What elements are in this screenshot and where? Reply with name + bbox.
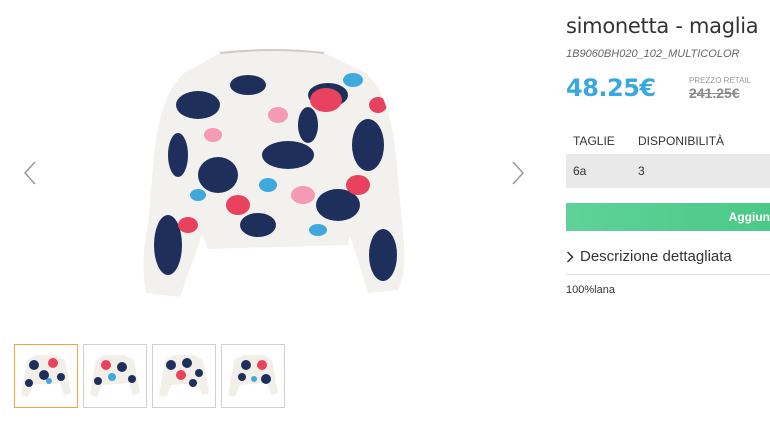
product-info: simonetta - maglia 1B9060BH020_102_MULTI… (566, 0, 770, 435)
add-to-cart-button[interactable]: Aggiungi al c (566, 203, 770, 231)
detailed-description-label: Descrizione dettagliata (580, 248, 732, 265)
availability-value: 3 (638, 164, 645, 178)
size-row[interactable]: 6a 3 (566, 154, 770, 188)
retail-price: 241.25€ (689, 85, 740, 101)
sweater-image (143, 49, 405, 297)
thumbnail-4[interactable] (221, 344, 285, 408)
product-sku: 1B9060BH020_102_MULTICOLOR (566, 48, 740, 60)
sweater-thumbnail-image (228, 355, 278, 397)
thumbnail-3[interactable] (152, 344, 216, 408)
detailed-description-toggle[interactable]: Descrizione dettagliata (566, 248, 732, 265)
product-price: 48.25€ (566, 74, 656, 102)
product-title: simonetta - maglia (566, 14, 759, 38)
divider (566, 274, 770, 275)
thumbnail-strip (14, 344, 285, 408)
retail-price-label: PREZZO RETAIL (689, 76, 752, 85)
availability-column-header: DISPONIBILITÀ (638, 134, 725, 148)
main-product-image (128, 45, 418, 310)
thumbnail-1[interactable] (14, 344, 78, 408)
add-to-cart-label: Aggiungi al c (728, 210, 770, 224)
product-gallery (0, 0, 550, 435)
sweater-thumbnail-image (21, 355, 71, 397)
size-table-header: TAGLIE DISPONIBILITÀ (566, 130, 770, 152)
chevron-right-icon (512, 161, 525, 185)
size-column-header: TAGLIE (573, 134, 615, 148)
prev-image-arrow[interactable] (18, 158, 42, 188)
sweater-thumbnail-image (90, 355, 140, 397)
chevron-left-icon (23, 161, 36, 185)
next-image-arrow[interactable] (506, 158, 530, 188)
description-text: 100%lana (566, 284, 615, 296)
sweater-thumbnail-image (159, 355, 209, 397)
chevron-right-icon (566, 250, 574, 263)
size-table: TAGLIE DISPONIBILITÀ 6a 3 (566, 130, 770, 188)
thumbnail-2[interactable] (83, 344, 147, 408)
size-value: 6a (573, 164, 587, 178)
